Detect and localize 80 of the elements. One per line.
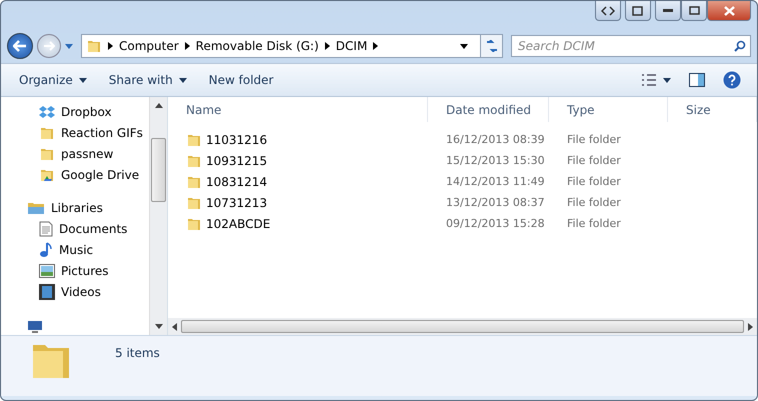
- computer-icon: [27, 320, 43, 334]
- double-arrow-icon: [601, 6, 615, 16]
- file-name[interactable]: 102ABCDE: [206, 216, 270, 230]
- down-arrow-icon[interactable]: [154, 324, 162, 329]
- box-icon: [39, 104, 55, 120]
- sidebar-item[interactable]: Documents: [59, 222, 128, 236]
- film-icon: [39, 284, 55, 300]
- sidebar-item[interactable]: Libraries: [51, 200, 103, 214]
- scroll-thumb[interactable]: [151, 138, 166, 202]
- date-cell-text: 14/12/2013 11:49: [445, 175, 546, 188]
- toolbar-button[interactable]: Share with: [102, 69, 193, 91]
- caret-icon: [178, 78, 187, 82]
- date-cell-text: 15/12/2013 15:30: [445, 154, 546, 167]
- column-header[interactable]: Type: [549, 97, 668, 122]
- type-cell-text: File folder: [566, 217, 622, 230]
- sidebar-item[interactable]: Pictures: [61, 264, 109, 278]
- help-icon: [723, 71, 741, 89]
- sidebar-item[interactable]: Music: [59, 242, 94, 256]
- close-icon: [724, 6, 734, 16]
- sidebar-item[interactable]: passnew: [61, 146, 114, 160]
- file-name[interactable]: 11031216: [206, 132, 268, 146]
- up-arrow-icon[interactable]: [154, 103, 162, 108]
- pane-icon: [689, 73, 705, 87]
- type-cell-text: File folder: [566, 133, 622, 146]
- type-cell-text: File folder: [566, 175, 622, 188]
- date-cell-text: 09/12/2013 15:28: [445, 217, 546, 230]
- music-note-icon: [39, 242, 53, 258]
- breadcrumb-item[interactable]: Computer: [119, 39, 179, 53]
- search-field[interactable]: Search DCIM: [516, 38, 734, 54]
- sidebar-item[interactable]: Reaction GIFs: [61, 126, 143, 140]
- file-name[interactable]: 10931215: [206, 154, 268, 168]
- vertical-scrollbar[interactable]: [149, 97, 167, 335]
- back-arrow-icon: [13, 40, 27, 52]
- breadcrumb-item[interactable]: Removable Disk (G:): [196, 39, 319, 53]
- caret-icon: [78, 78, 87, 82]
- file-name[interactable]: 10731213: [206, 196, 268, 210]
- document-icon: [39, 220, 53, 236]
- type-cell-text: File folder: [566, 196, 622, 209]
- breadcrumb-item[interactable]: DCIM: [336, 39, 368, 53]
- item-count: 5 items: [115, 346, 160, 360]
- scroll-thumb[interactable]: [181, 320, 744, 333]
- date-cell-text: 13/12/2013 08:37: [445, 196, 546, 209]
- column-header[interactable]: Name: [168, 97, 428, 122]
- refresh-arrows-icon: [484, 40, 498, 52]
- back-button[interactable]: [7, 33, 33, 59]
- window-icon: [632, 6, 644, 16]
- address-bar[interactable]: Computer Removable Disk (G:) DCIM: [81, 34, 503, 58]
- maximize-button[interactable]: [681, 1, 707, 21]
- file-name[interactable]: 10831214: [206, 174, 268, 188]
- horizontal-scrollbar[interactable]: [168, 318, 757, 335]
- search-box[interactable]: Search DCIM: [511, 35, 751, 57]
- minimize-icon: [663, 8, 673, 12]
- folder-icon: [86, 38, 102, 54]
- type-cell-text: File folder: [566, 154, 622, 167]
- sidebar-item[interactable]: Google Drive: [61, 168, 140, 182]
- chevron-icon: [108, 42, 113, 50]
- column-header[interactable]: Size: [668, 97, 757, 122]
- left-arrow-icon[interactable]: [172, 322, 177, 330]
- dropdown-arrow-icon[interactable]: [460, 44, 468, 48]
- right-arrow-icon[interactable]: [748, 322, 753, 330]
- maximize-icon: [688, 6, 700, 15]
- chevron-icon: [373, 42, 378, 50]
- column-header[interactable]: Date modified: [428, 97, 549, 122]
- chevron-icon: [184, 42, 190, 50]
- search-icon: [734, 40, 746, 52]
- sidebar-item[interactable]: Dropbox: [61, 104, 112, 118]
- snap-button[interactable]: [595, 1, 621, 21]
- forward-arrow-icon: [43, 41, 55, 51]
- minimize-button[interactable]: [655, 1, 681, 21]
- list-view-icon: [641, 74, 657, 86]
- sidebar-item[interactable]: Videos: [61, 284, 101, 298]
- close-button[interactable]: [707, 1, 751, 21]
- toolbar-button[interactable]: Organize: [13, 69, 93, 91]
- date-cell-text: 16/12/2013 08:39: [445, 133, 546, 146]
- window-button[interactable]: [625, 1, 651, 21]
- caret-icon: [663, 78, 671, 82]
- refresh-button[interactable]: [480, 35, 502, 57]
- chevron-icon: [324, 42, 330, 50]
- picture-icon: [39, 264, 55, 278]
- toolbar-button[interactable]: New folder: [202, 69, 280, 91]
